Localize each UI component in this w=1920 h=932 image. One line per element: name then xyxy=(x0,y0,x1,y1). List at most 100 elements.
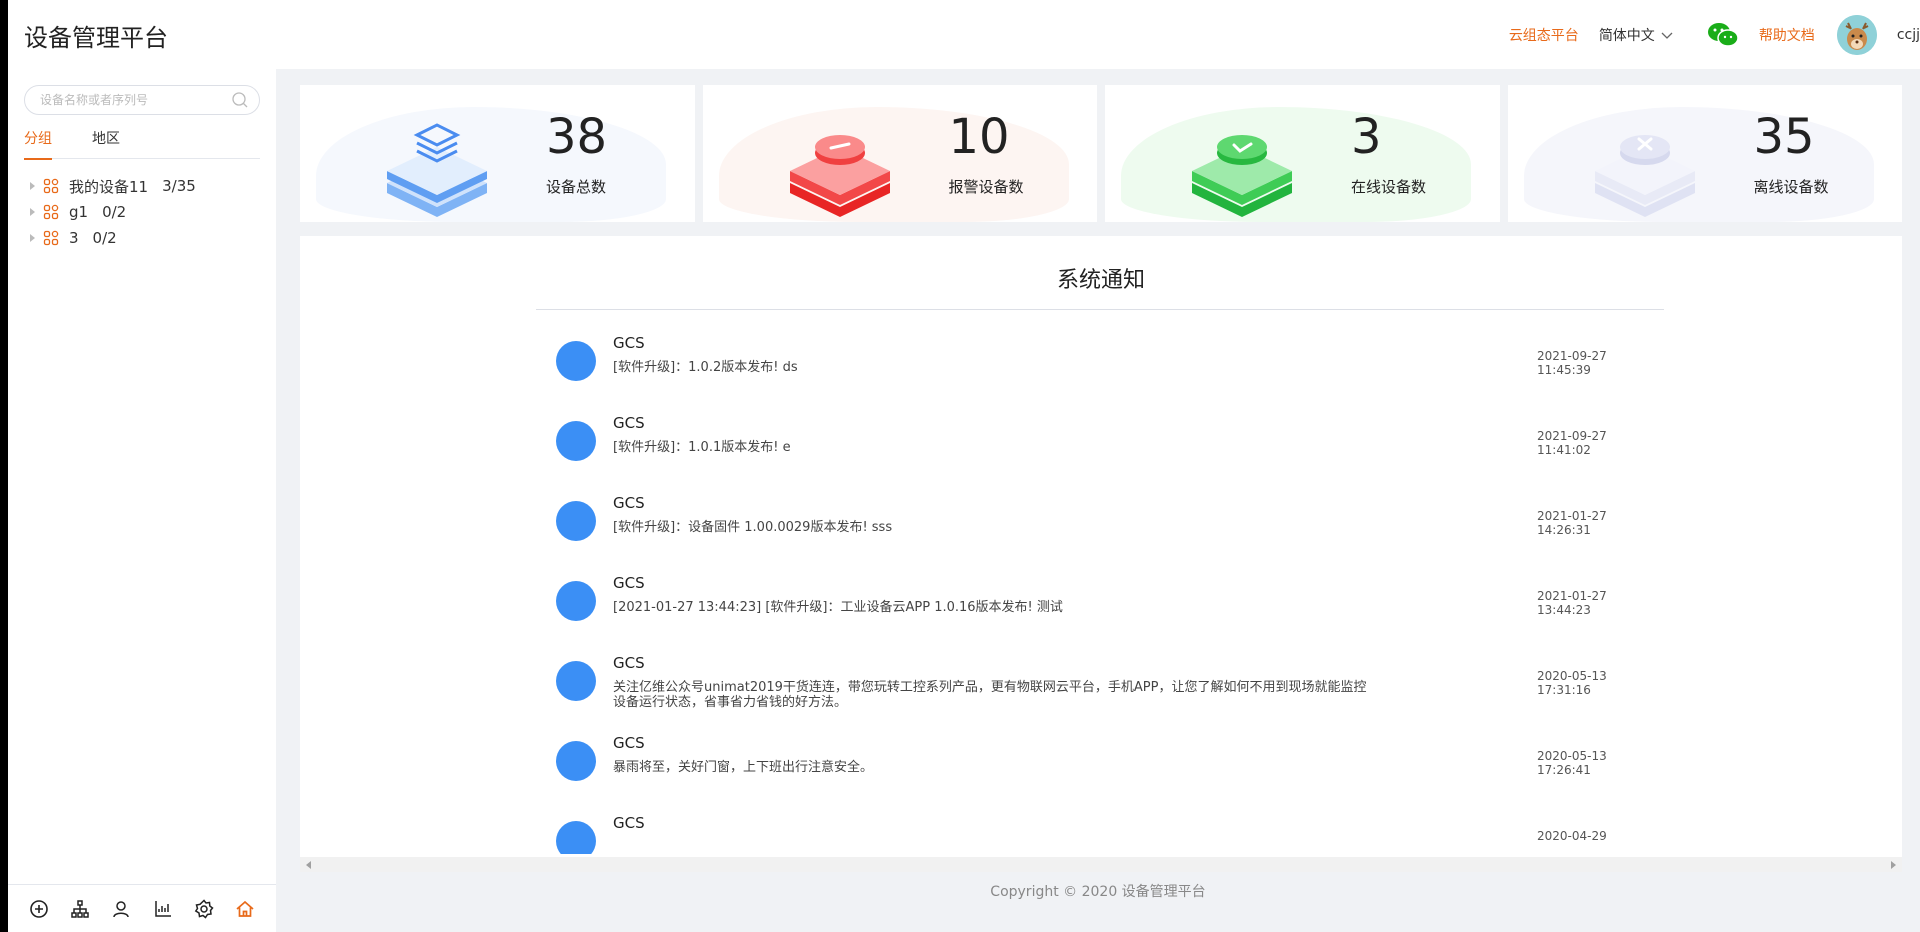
list-item[interactable]: GCS 2020-04-29 xyxy=(536,806,1664,854)
notice-timestamp: 2020-04-29 xyxy=(1537,829,1627,843)
stat-card-alarm[interactable]: 10 报警设备数 xyxy=(702,85,1097,222)
system-notice-panel: 系统通知 GCS [软件升级]：1.0.2版本发布! ds 2021-09-27… xyxy=(300,236,1902,872)
cloud-scada-link[interactable]: 云组态平台 xyxy=(1509,25,1579,45)
notice-timestamp: 2021-09-27 11:45:39 xyxy=(1537,349,1627,377)
footer-copyright: Copyright © 2020 设备管理平台 xyxy=(990,884,1206,900)
notice-author: GCS xyxy=(613,494,645,512)
caret-right-icon[interactable] xyxy=(30,208,35,216)
notice-time: 14:26:31 xyxy=(1537,523,1591,537)
help-docs-link[interactable]: 帮助文档 xyxy=(1759,25,1815,45)
notice-list[interactable]: GCS [软件升级]：1.0.2版本发布! ds 2021-09-27 11:45… xyxy=(536,326,1664,854)
tree-item-name: g1 xyxy=(69,203,89,221)
settings-gear-icon[interactable] xyxy=(194,898,214,919)
top-header: 设备管理平台 云组态平台 简体中文 帮助文档 ccjj xyxy=(8,0,1920,69)
notice-avatar xyxy=(556,341,596,381)
total-device-count: 38 xyxy=(546,109,608,165)
offline-device-icon xyxy=(1594,135,1695,217)
search-icon[interactable] xyxy=(231,91,249,109)
add-circle-icon[interactable] xyxy=(29,899,49,919)
chevron-down-icon xyxy=(1661,32,1673,39)
notice-avatar xyxy=(556,661,596,701)
notice-author: GCS xyxy=(613,654,645,672)
device-group-tree: 我的设备11 3/35 g1 0/2 3 0/2 xyxy=(30,173,196,251)
notice-text: [软件升级]：1.0.2版本发布! ds xyxy=(613,360,798,375)
tree-item[interactable]: 我的设备11 3/35 xyxy=(30,173,196,199)
list-item[interactable]: GCS [软件升级]：设备固件 1.00.0029版本发布! sss 2021-… xyxy=(536,486,1664,566)
tree-item-count: 0/2 xyxy=(102,203,127,221)
username[interactable]: ccjj xyxy=(1897,27,1920,43)
tree-item-name: 3 xyxy=(69,229,79,247)
offline-device-count: 35 xyxy=(1753,109,1815,165)
notice-author: GCS xyxy=(613,414,645,432)
device-search-input[interactable] xyxy=(40,93,231,107)
header-actions: 云组态平台 简体中文 帮助文档 ccjj xyxy=(1509,0,1920,69)
notice-time: 17:31:16 xyxy=(1537,683,1591,697)
notice-time: 13:44:23 xyxy=(1537,603,1591,617)
notice-author: GCS xyxy=(613,814,645,832)
sidebar-bottom-toolbar xyxy=(8,884,276,932)
tree-item[interactable]: 3 0/2 xyxy=(30,225,196,251)
stats-row: 38 设备总数 10 报警设备数 3 在线设备数 35 离线设备数 xyxy=(300,85,1902,222)
alarm-device-count: 10 xyxy=(948,109,1010,165)
group-icon xyxy=(43,230,59,246)
notice-time: 11:41:02 xyxy=(1537,443,1591,457)
offline-device-label: 离线设备数 xyxy=(1753,178,1829,196)
list-item[interactable]: GCS 关注亿维公众号unimat2019干货连连，带您玩转工控系列产品，更有物… xyxy=(536,646,1664,726)
org-tree-icon[interactable] xyxy=(70,899,90,919)
notice-avatar xyxy=(556,501,596,541)
language-label: 简体中文 xyxy=(1598,27,1655,44)
scroll-left-icon[interactable] xyxy=(306,861,311,869)
stat-card-offline[interactable]: 35 离线设备数 xyxy=(1507,85,1902,222)
notice-text: [软件升级]：设备固件 1.00.0029版本发布! sss xyxy=(613,520,893,535)
alarm-device-label: 报警设备数 xyxy=(948,178,1024,196)
group-icon xyxy=(43,204,59,220)
scroll-right-icon[interactable] xyxy=(1891,861,1896,869)
notice-timestamp: 2020-05-13 17:26:41 xyxy=(1537,749,1627,777)
horizontal-scrollbar[interactable] xyxy=(300,857,1902,872)
list-item[interactable]: GCS [软件升级]：1.0.1版本发布! e 2021-09-27 11:41:… xyxy=(536,406,1664,486)
notice-author: GCS xyxy=(613,334,645,352)
caret-right-icon[interactable] xyxy=(30,234,35,242)
device-search[interactable] xyxy=(24,85,260,115)
notice-time: 17:26:41 xyxy=(1537,763,1591,777)
notice-time: 11:45:39 xyxy=(1537,363,1591,377)
stat-card-online[interactable]: 3 在线设备数 xyxy=(1105,85,1500,222)
notice-timestamp: 2021-09-27 11:41:02 xyxy=(1537,429,1627,457)
stat-card-total[interactable]: 38 设备总数 xyxy=(300,85,695,222)
notice-avatar xyxy=(556,821,596,854)
notice-avatar xyxy=(556,421,596,461)
online-device-icon xyxy=(1192,135,1292,217)
tab-region[interactable]: 地区 xyxy=(92,129,120,159)
tree-item[interactable]: g1 0/2 xyxy=(30,199,196,225)
user-icon[interactable] xyxy=(111,899,131,919)
tree-item-count: 0/2 xyxy=(92,229,117,247)
app-title: 设备管理平台 xyxy=(24,24,168,52)
notice-date: 2021-01-27 xyxy=(1537,589,1607,603)
notice-avatar xyxy=(556,581,596,621)
notice-divider xyxy=(536,309,1664,310)
notice-timestamp: 2020-05-13 17:31:16 xyxy=(1537,669,1627,697)
notice-text: [软件升级]：1.0.1版本发布! e xyxy=(613,440,791,455)
caret-right-icon[interactable] xyxy=(30,182,35,190)
list-item[interactable]: GCS [2021-01-27 13:44:23] [软件升级]：工业设备云AP… xyxy=(536,566,1664,646)
list-item[interactable]: GCS [软件升级]：1.0.2版本发布! ds 2021-09-27 11:45… xyxy=(536,326,1664,406)
home-icon[interactable] xyxy=(235,899,255,919)
list-item[interactable]: GCS 暴雨将至，关好门窗，上下班出行注意安全。 2020-05-13 17:26… xyxy=(536,726,1664,806)
main-content: 38 设备总数 10 报警设备数 3 在线设备数 35 离线设备数 系统通知 G… xyxy=(276,69,1920,932)
chart-icon[interactable] xyxy=(153,899,173,919)
notice-title: 系统通知 xyxy=(1056,268,1145,293)
language-select[interactable]: 简体中文 xyxy=(1599,25,1673,45)
notice-date: 2021-09-27 xyxy=(1537,349,1607,363)
notice-date: 2021-09-27 xyxy=(1537,429,1607,443)
avatar[interactable] xyxy=(1836,14,1877,55)
alarm-device-icon xyxy=(789,135,890,217)
sidebar-tabs: 分组 地区 xyxy=(24,129,260,160)
tree-item-count: 3/35 xyxy=(162,177,196,195)
notice-text: 暴雨将至，关好门窗，上下班出行注意安全。 xyxy=(613,760,874,775)
notice-timestamp: 2021-01-27 13:44:23 xyxy=(1537,589,1627,617)
notice-text: [2021-01-27 13:44:23] [软件升级]：工业设备云APP 1.… xyxy=(613,600,1063,615)
wechat-icon[interactable] xyxy=(1707,21,1739,49)
tab-group[interactable]: 分组 xyxy=(24,129,52,160)
total-device-label: 设备总数 xyxy=(546,178,607,196)
notice-date: 2021-01-27 xyxy=(1537,509,1607,523)
